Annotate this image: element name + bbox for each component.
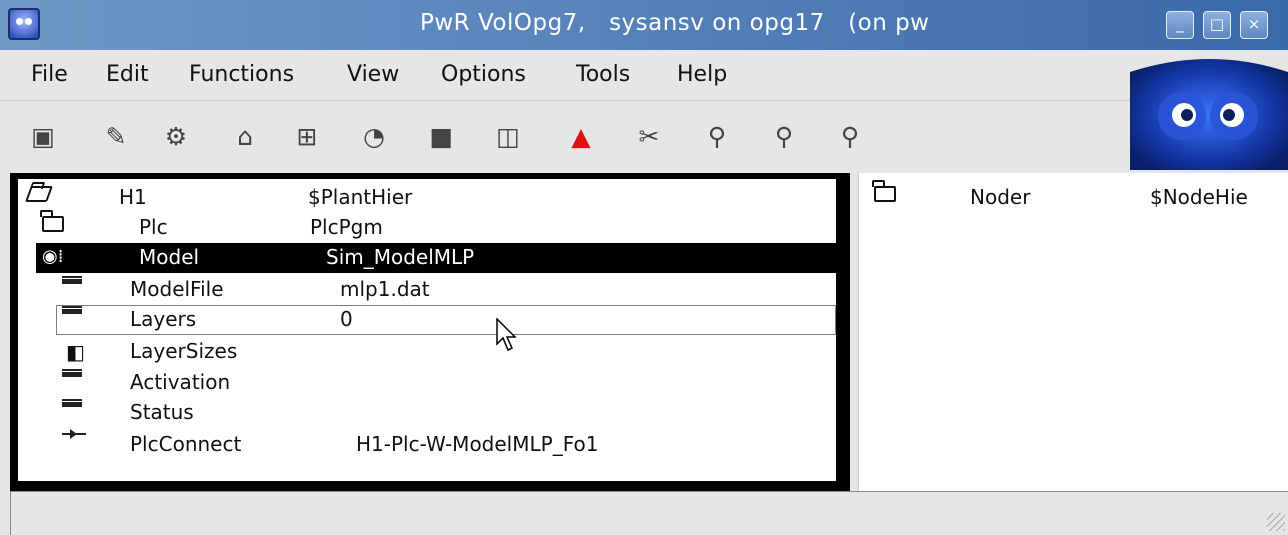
hierarchy-icon[interactable]: ⌂ [227,118,263,154]
attribute-icon [62,371,90,395]
close-button[interactable]: × [1240,11,1268,39]
tree-row-modelfile[interactable]: ModelFile mlp1.dat [18,275,836,305]
menu-help[interactable]: Help [677,62,727,87]
zoom-out-icon[interactable]: ⚲ [832,118,868,154]
tools-icon[interactable]: ✂ [631,118,667,154]
bag-icon[interactable]: ■ [423,118,459,154]
tree-row-plcconnect[interactable]: PlcConnect H1-Plc-W-ModelMLP_Fo1 [18,430,836,460]
tree-row-h1[interactable]: H1 $PlantHier [18,183,836,213]
folder-open-icon [25,186,56,210]
tree-item-class: $PlantHier [308,185,413,209]
tree-row-status[interactable]: Status [18,398,836,428]
tree-row-plc[interactable]: Plc PlcPgm [18,213,836,243]
tree-item-value: 0 [340,307,353,331]
attribute-icon [62,401,90,425]
tree-item-class: $NodeHie [1150,185,1248,209]
edit-pencil-icon[interactable]: ✎ [98,118,134,154]
window-title: PwR VolOpg7, sysansv on opg17 (on pw [420,10,930,36]
node-row-noder[interactable]: Noder $NodeHie [858,183,1288,213]
tree-row-model[interactable]: ◉⁞ Model Sim_ModelMLP [36,243,836,273]
tree-item-name: Status [130,400,194,424]
attribute-icon [62,308,90,332]
menu-functions[interactable]: Functions [189,62,294,87]
split-view-icon[interactable]: ◫ [490,118,526,154]
title-bar: PwR VolOpg7, sysansv on opg17 (on pw _ □… [0,0,1288,50]
gears-icon[interactable]: ⚙ [158,118,194,154]
tree-item-class: Sim_ModelMLP [326,245,475,269]
save-icon[interactable]: ▣ [25,118,61,154]
tree-item-name: ModelFile [130,277,224,301]
eye-object-icon: ◉⁞ [42,246,64,267]
tree-item-name: H1 [119,185,147,209]
folder-icon [874,186,902,210]
tree-row-layers[interactable]: Layers 0 [56,305,836,335]
menu-options[interactable]: Options [441,62,526,87]
tree-item-name: PlcConnect [130,432,242,456]
connect-arrow-icon [62,433,90,457]
zoom-reset-icon[interactable]: ⚲ [766,118,802,154]
array-icon: ◧ [66,340,85,364]
folder-icon [42,216,70,240]
minimize-button[interactable]: _ [1166,11,1194,39]
zoom-in-icon[interactable]: ⚲ [699,118,735,154]
tree-item-class: PlcPgm [310,215,383,239]
menu-file[interactable]: File [31,62,68,87]
tree-item-name: Activation [130,370,231,394]
mouse-cursor-icon [496,318,517,352]
menu-edit[interactable]: Edit [106,62,149,87]
menu-bar [0,50,1130,101]
resize-grip-icon[interactable] [1267,513,1285,531]
tree-item-name: Noder [970,185,1031,209]
menu-tools[interactable]: Tools [576,62,630,87]
app-owl-icon[interactable] [8,8,40,40]
attribute-icon [62,278,90,302]
tree-row-activation[interactable]: Activation [18,368,836,398]
owl-logo [1130,52,1288,170]
tree-item-name: Model [139,245,200,269]
tree-item-name: Layers [130,307,197,331]
node-tree-panel [858,173,1288,491]
menu-view[interactable]: View [347,62,399,87]
maximize-button[interactable]: □ [1203,11,1231,39]
network-icon[interactable]: ⊞ [289,118,325,154]
tree-item-name: Plc [139,215,168,239]
status-bar [10,491,1288,535]
tree-item-value: mlp1.dat [340,277,430,301]
runtime-icon[interactable]: ◔ [356,118,392,154]
tree-row-layersizes[interactable]: ◧ LayerSizes [18,337,836,367]
alarm-triangle-icon[interactable]: ▲ [563,118,599,154]
tree-item-value: H1-Plc-W-ModelMLP_Fo1 [356,432,599,456]
tree-item-name: LayerSizes [130,339,238,363]
